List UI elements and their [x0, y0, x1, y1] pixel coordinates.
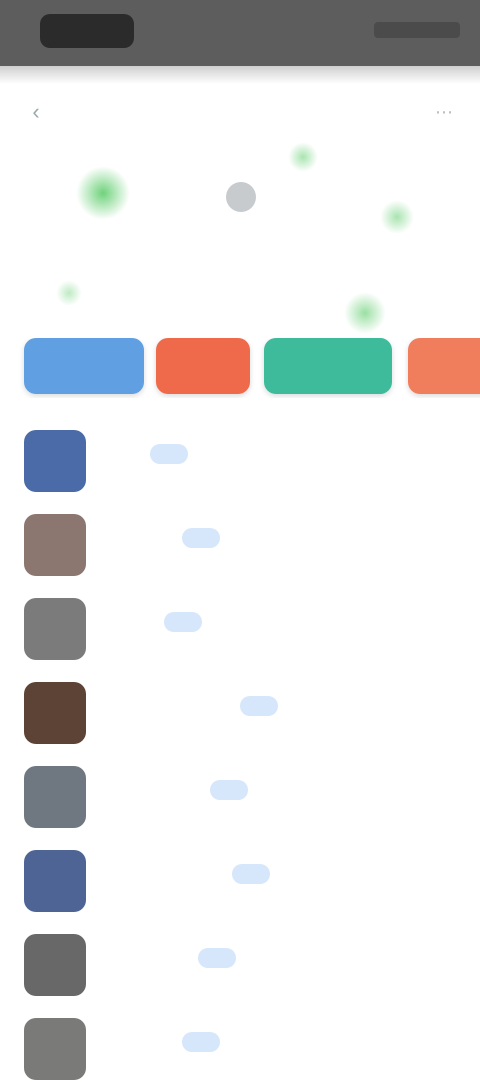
list-item[interactable]: [0, 504, 480, 588]
action-row: [0, 338, 480, 398]
item-thumbnail: [24, 934, 86, 996]
action-button-4[interactable]: [408, 338, 480, 394]
item-thumbnail: [24, 766, 86, 828]
status-bar: [0, 0, 480, 66]
action-button-1[interactable]: [24, 338, 144, 394]
sparkle-decoration: [56, 280, 82, 306]
item-tag: [150, 444, 188, 464]
back-arrow-icon[interactable]: ‹: [20, 96, 52, 128]
item-list: [0, 420, 480, 1092]
item-thumbnail: [24, 514, 86, 576]
list-item[interactable]: [0, 672, 480, 756]
status-shadow: [0, 66, 480, 84]
item-tag: [232, 864, 270, 884]
top-bar: ‹ ⋯: [0, 84, 480, 140]
item-thumbnail: [24, 598, 86, 660]
item-thumbnail: [24, 430, 86, 492]
sparkle-decoration: [76, 166, 130, 220]
item-tag: [210, 780, 248, 800]
status-time: [40, 14, 134, 48]
list-item[interactable]: [0, 420, 480, 504]
hero-icon: [226, 182, 256, 212]
hero-banner: [0, 140, 480, 334]
item-tag: [198, 948, 236, 968]
list-item[interactable]: [0, 756, 480, 840]
list-item[interactable]: [0, 1008, 480, 1092]
item-tag: [164, 612, 202, 632]
item-thumbnail: [24, 850, 86, 912]
item-tag: [182, 528, 220, 548]
item-tag: [182, 1032, 220, 1052]
sparkle-decoration: [380, 200, 414, 234]
action-button-2[interactable]: [156, 338, 250, 394]
list-item[interactable]: [0, 588, 480, 672]
item-thumbnail: [24, 682, 86, 744]
item-thumbnail: [24, 1018, 86, 1080]
status-icons: [374, 22, 460, 38]
item-tag: [240, 696, 278, 716]
action-button-3[interactable]: [264, 338, 392, 394]
more-icon[interactable]: ⋯: [430, 98, 458, 126]
sparkle-decoration: [344, 292, 386, 334]
sparkle-decoration: [288, 142, 318, 172]
list-item[interactable]: [0, 924, 480, 1008]
list-item[interactable]: [0, 840, 480, 924]
